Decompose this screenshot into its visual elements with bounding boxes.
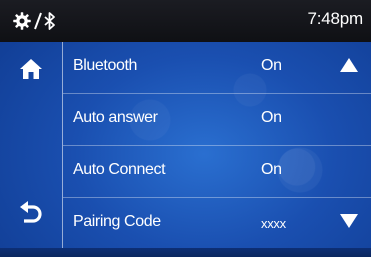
scroll-down-button[interactable] — [337, 212, 361, 234]
scroll-up-button[interactable] — [337, 56, 361, 78]
back-icon — [18, 200, 44, 230]
status-icons — [12, 11, 56, 31]
settings-row-auto-connect[interactable]: Auto Connect On — [63, 146, 371, 198]
status-bar: 7:48pm — [0, 0, 371, 42]
settings-row-pairing-code[interactable]: Pairing Code xxxx — [63, 198, 371, 249]
scroll-down-icon — [339, 213, 359, 234]
settings-row-auto-answer[interactable]: Auto answer On — [63, 94, 371, 146]
slash-divider-icon — [34, 11, 42, 31]
scroll-up-icon — [339, 57, 359, 78]
bluetooth-settings-list: Bluetooth On Auto answer On Auto Connect… — [63, 42, 371, 249]
clock-time: 7:48pm — [307, 9, 363, 28]
home-icon — [19, 58, 43, 85]
row-value: On — [261, 109, 282, 126]
bluetooth-icon — [44, 11, 56, 31]
row-label: Bluetooth — [73, 57, 138, 74]
bottom-edge — [0, 248, 371, 257]
row-value: xxxx — [261, 216, 286, 231]
sidebar — [0, 42, 63, 257]
back-button[interactable] — [0, 190, 62, 240]
settings-gear-icon[interactable] — [12, 11, 32, 31]
row-value: On — [261, 57, 282, 74]
row-label: Auto Connect — [73, 161, 166, 178]
row-label: Auto answer — [73, 109, 158, 126]
settings-row-bluetooth[interactable]: Bluetooth On — [63, 42, 371, 94]
row-value: On — [261, 161, 282, 178]
home-button[interactable] — [0, 46, 62, 96]
row-label: Pairing Code — [73, 213, 161, 230]
